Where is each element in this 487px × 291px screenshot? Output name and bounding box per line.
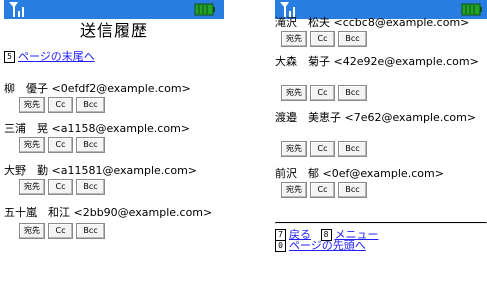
cc-button[interactable]: Cc: [310, 85, 335, 101]
footer-nav-row: 0 ページの先頭へ: [275, 239, 487, 253]
to-button[interactable]: 宛先: [281, 31, 307, 47]
contact-address: 大森 菊子 <42e92e@example.com>: [275, 55, 479, 68]
signal-antenna-icon: [9, 2, 24, 17]
history-entry: 五十嵐 和江 <2bb90@example.com> 宛先 Cc Bcc: [4, 206, 224, 239]
access-key-badge: 0: [275, 240, 286, 252]
right-phone-screen: 滝沢 松夫 <ccbc8@example.com> 宛先 Cc Bcc 大森 菊…: [275, 0, 487, 291]
cc-button[interactable]: Cc: [310, 141, 335, 157]
cc-button[interactable]: Cc: [310, 182, 335, 198]
bcc-button[interactable]: Bcc: [338, 31, 367, 47]
page-top-link[interactable]: ページの先頭へ: [289, 239, 366, 252]
bcc-button[interactable]: Bcc: [76, 97, 105, 113]
bcc-button[interactable]: Bcc: [76, 179, 105, 195]
to-button[interactable]: 宛先: [19, 137, 45, 153]
to-button[interactable]: 宛先: [281, 141, 307, 157]
history-entry: 前沢 郁 <0ef@example.com> 宛先 Cc Bcc: [275, 167, 487, 198]
cc-button[interactable]: Cc: [310, 31, 335, 47]
bcc-button[interactable]: Bcc: [76, 137, 105, 153]
access-key-badge: 5: [4, 51, 15, 63]
to-button[interactable]: 宛先: [19, 97, 45, 113]
footer-divider: [275, 222, 487, 224]
cc-button[interactable]: Cc: [48, 137, 73, 153]
cc-button[interactable]: Cc: [48, 179, 73, 195]
left-phone-screen: 送信履歴 5 ページの末尾へ 柳 優子 <0efdf2@example.com> …: [4, 0, 224, 291]
to-button[interactable]: 宛先: [19, 223, 45, 239]
bcc-button[interactable]: Bcc: [76, 223, 105, 239]
cc-button[interactable]: Cc: [48, 223, 73, 239]
contact-address: 柳 優子 <0efdf2@example.com>: [4, 82, 191, 95]
battery-icon: [461, 3, 482, 16]
page-title: 送信履歴: [79, 21, 148, 40]
battery-icon: [194, 3, 215, 16]
bcc-button[interactable]: Bcc: [338, 141, 367, 157]
history-entry: 柳 優子 <0efdf2@example.com> 宛先 Cc Bcc: [4, 82, 224, 113]
to-button[interactable]: 宛先: [19, 179, 45, 195]
contact-address: 大野 勤 <a11581@example.com>: [4, 164, 197, 177]
to-button[interactable]: 宛先: [281, 182, 307, 198]
bcc-button[interactable]: Bcc: [338, 85, 367, 101]
history-entry: 大野 勤 <a11581@example.com> 宛先 Cc Bcc: [4, 164, 224, 195]
history-entry: 三浦 晃 <a1158@example.com> 宛先 Cc Bcc: [4, 122, 224, 153]
contact-address: 滝沢 松夫 <ccbc8@example.com>: [275, 16, 470, 29]
history-entry: 大森 菊子 <42e92e@example.com> 宛先 Cc Bcc: [275, 55, 487, 101]
nav-to-page-bottom[interactable]: 5 ページの末尾へ: [4, 50, 224, 64]
history-entry: 滝沢 松夫 <ccbc8@example.com> 宛先 Cc Bcc: [275, 16, 487, 47]
contact-address: 前沢 郁 <0ef@example.com>: [275, 167, 444, 180]
page-bottom-link[interactable]: ページの末尾へ: [18, 50, 95, 63]
status-bar: [4, 0, 224, 19]
contact-address: 三浦 晃 <a1158@example.com>: [4, 122, 191, 135]
contact-address: 五十嵐 和江 <2bb90@example.com>: [4, 206, 213, 219]
to-button[interactable]: 宛先: [281, 85, 307, 101]
history-entry: 渡邉 美恵子 <7e62@example.com> 宛先 Cc Bcc: [275, 111, 487, 157]
contact-address: 渡邉 美恵子 <7e62@example.com>: [275, 111, 477, 124]
bcc-button[interactable]: Bcc: [338, 182, 367, 198]
cc-button[interactable]: Cc: [48, 97, 73, 113]
